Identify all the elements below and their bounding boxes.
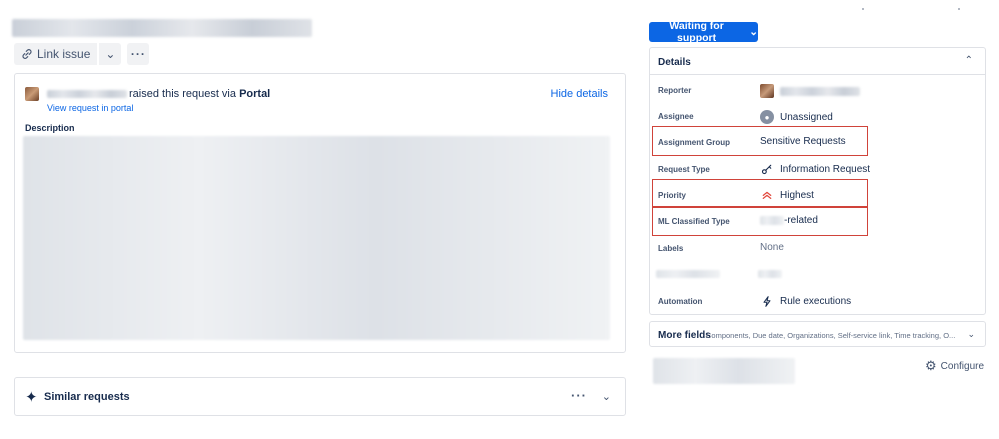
more-fields-panel[interactable]: More fields Components, Due date, Organi… [649,321,986,347]
link-issue-label: Link issue [37,47,91,61]
decorative-dot [958,8,960,10]
raised-prefix: raised this request via [129,88,236,100]
chevron-up-icon[interactable]: ⌃ [965,55,973,66]
raised-channel: Portal [239,88,271,100]
created-updated-redacted [653,358,795,384]
lightning-icon [760,295,774,308]
labels-label: Labels [658,244,684,253]
request-type-text: Information Request [780,163,871,175]
more-fields-title: More fields [658,330,711,341]
reporter-value[interactable] [760,84,860,98]
description-label: Description [25,123,75,133]
configure-button[interactable]: ⚙ Configure [925,358,984,374]
assignee-value[interactable]: ● Unassigned [760,110,833,124]
issue-toolbar: Link issue ⌄ ··· [14,43,150,65]
highlight-box-priority [652,179,868,208]
chevron-down-icon: ⌄ [105,47,116,61]
reporter-avatar [25,87,39,101]
decorative-dot [862,8,864,10]
highlight-box-assignment-group [652,126,868,156]
highlight-box-ml-classified-type [652,206,868,236]
redacted-field-value [758,270,782,278]
request-type-label: Request Type [658,165,710,174]
request-type-value[interactable]: Information Request [760,163,870,175]
automation-label: Automation [658,297,703,306]
reporter-label: Reporter [658,86,692,95]
labels-value[interactable]: None [760,242,784,253]
redacted-field-label [656,270,720,278]
user-icon: ● [760,110,774,124]
automation-text: Rule executions [780,296,852,307]
more-horizontal-icon: ··· [130,47,146,61]
sparkle-icon: ✦ [25,389,38,406]
reporter-name-redacted [47,90,127,98]
more-fields-subtitle: Components, Due date, Organizations, Sel… [706,331,956,340]
reporter-name-redacted [780,86,860,96]
details-title: Details [658,57,691,68]
description-redacted [23,136,610,340]
link-issue-dropdown-button[interactable]: ⌄ [99,43,122,65]
issue-title-redacted [12,19,312,37]
similar-requests-panel[interactable]: ✦ Similar requests ··· ⌄ [14,377,626,416]
gear-icon: ⚙ [925,358,937,373]
configure-label: Configure [940,360,985,372]
raised-via-text: raised this request via Portal [129,88,270,100]
chevron-down-icon[interactable]: ⌄ [967,329,975,340]
details-header[interactable]: Details ⌃ [650,48,985,75]
status-transition-button[interactable]: Waiting for support ⌄ [649,20,758,44]
request-details-card: raised this request via Portal View requ… [14,73,626,353]
assignee-label: Assignee [658,112,694,121]
link-icon [22,49,32,59]
chevron-down-icon: ⌄ [749,26,758,38]
link-issue-button[interactable]: Link issue [14,43,98,65]
hide-details-link[interactable]: Hide details [551,88,608,100]
automation-value[interactable]: Rule executions [760,295,851,308]
more-actions-button[interactable]: ··· [127,43,150,65]
view-request-in-portal-link[interactable]: View request in portal [47,103,133,113]
similar-requests-label: Similar requests [44,391,130,403]
more-horizontal-icon[interactable]: ··· [571,388,587,403]
key-icon [760,163,774,175]
avatar [760,84,774,98]
assignee-text: Unassigned [780,111,833,123]
chevron-down-icon[interactable]: ⌄ [602,390,611,403]
status-label: Waiting for support [669,20,724,44]
